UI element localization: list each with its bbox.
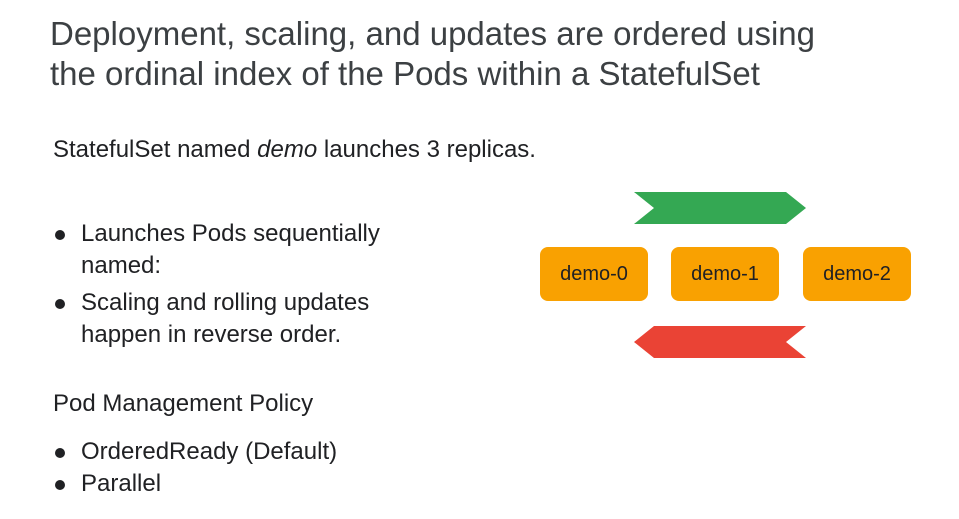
pod-demo-1: demo-1 (671, 247, 779, 301)
pod-label: demo-0 (560, 262, 628, 285)
bullet-item: Launches Pods sequentially named: (53, 218, 453, 282)
subtitle-emphasis: demo (257, 136, 318, 163)
policy-text: Parallel (81, 470, 162, 497)
policy-item: OrderedReady (Default) (53, 436, 337, 468)
forward-arrow-shape (634, 192, 806, 224)
bullet-text: Launches Pods sequentially named: (81, 220, 380, 279)
bullet-dot-icon (55, 299, 65, 309)
pod-demo-2: demo-2 (803, 247, 911, 301)
bullet-dot-icon (55, 448, 65, 458)
reverse-arrow-shape (634, 326, 806, 358)
slide: Deployment, scaling, and updates are ord… (0, 0, 959, 519)
policy-item: Parallel (53, 468, 337, 500)
reverse-arrow-icon (634, 326, 806, 358)
pod-label: demo-2 (823, 262, 891, 285)
slide-title-line-1: Deployment, scaling, and updates are ord… (50, 15, 815, 52)
bullet-text: Scaling and rolling updates happen in re… (81, 289, 370, 348)
subtitle-suffix: launches 3 replicas. (317, 136, 536, 163)
policy-heading: Pod Management Policy (53, 390, 314, 417)
policy-list: OrderedReady (Default) Parallel (53, 436, 337, 500)
pod-label: demo-1 (691, 262, 759, 285)
bullet-dot-icon (55, 480, 65, 490)
slide-title: Deployment, scaling, and updates are ord… (50, 14, 930, 94)
subtitle-prefix: StatefulSet named (53, 136, 258, 163)
forward-arrow-icon (634, 192, 806, 224)
bullet-dot-icon (55, 230, 65, 240)
bullet-item: Scaling and rolling updates happen in re… (53, 287, 453, 351)
bullet-list: Launches Pods sequentially named: Scalin… (53, 218, 453, 356)
policy-text: OrderedReady (Default) (81, 438, 338, 465)
slide-title-line-2: the ordinal index of the Pods within a S… (50, 55, 760, 92)
pod-demo-0: demo-0 (540, 247, 648, 301)
subtitle: StatefulSet named demo launches 3 replic… (53, 135, 536, 165)
